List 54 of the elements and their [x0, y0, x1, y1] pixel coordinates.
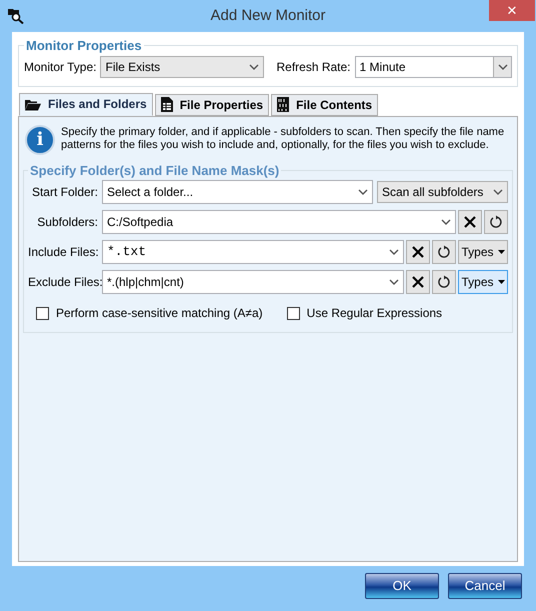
close-icon: [412, 276, 424, 288]
chevron-down-icon: [493, 189, 503, 195]
checkbox[interactable]: [36, 306, 49, 320]
group-title: Monitor Properties: [25, 37, 143, 55]
clear-button[interactable]: [406, 270, 430, 294]
refresh-button[interactable]: [432, 240, 456, 264]
dropdown-field[interactable]: *.(hlp|chm|cnt): [102, 270, 404, 294]
dropdown-field[interactable]: C:/Softpedia: [102, 210, 456, 234]
chevron-down-icon: [249, 64, 260, 70]
refresh-button[interactable]: [432, 270, 456, 294]
checkbox[interactable]: [286, 306, 300, 320]
field-label: Start Folder:: [30, 184, 98, 201]
caret-icon: [498, 280, 504, 284]
tab[interactable]: File Contents: [271, 94, 378, 116]
monitor-search-icon: [8, 8, 24, 24]
field-label: Monitor Type:: [24, 58, 96, 76]
close-icon: [412, 246, 424, 258]
checkbox-label: Perform case-sensitive matching (A≠a): [56, 305, 263, 322]
field-label: Refresh Rate:: [276, 58, 351, 76]
tab[interactable]: Files and Folders: [19, 92, 153, 116]
caret-icon: [498, 250, 504, 254]
dropdown-field[interactable]: 1 Minute: [354, 56, 512, 78]
close-button[interactable]: ✕: [489, 0, 535, 21]
binary-icon: [277, 97, 290, 112]
field-label: Include Files:: [28, 244, 98, 261]
clear-button[interactable]: [406, 240, 430, 264]
chevron-down-icon: [441, 219, 451, 225]
folder-icon: [25, 98, 41, 110]
close-icon: [464, 216, 476, 228]
chevron-down-icon: [498, 64, 508, 70]
refresh-icon: [437, 275, 451, 289]
dropdown-field[interactable]: Select a folder...: [102, 180, 373, 204]
clear-button[interactable]: [458, 210, 482, 234]
types-button[interactable]: Types: [458, 240, 508, 264]
refresh-icon: [489, 215, 503, 229]
chevron-down-icon: [389, 279, 399, 285]
dropdown-field[interactable]: File Exists: [100, 56, 264, 78]
chevron-down-icon: [389, 249, 399, 255]
tab[interactable]: File Properties: [154, 94, 270, 116]
types-button[interactable]: Types: [458, 270, 508, 294]
document-icon: [160, 97, 173, 112]
dropdown-field[interactable]: *.txt: [102, 240, 404, 264]
checkbox-label: Use Regular Expressions: [306, 305, 442, 322]
dropdown-field[interactable]: Scan all subfolders: [377, 181, 508, 203]
field-label: Subfolders:: [36, 214, 98, 231]
info-icon: i: [25, 124, 55, 154]
group-title: Specify Folder(s) and File Name Mask(s): [29, 162, 280, 180]
refresh-button[interactable]: [484, 210, 508, 234]
refresh-icon: [437, 245, 451, 259]
window-title: Add New Monitor: [210, 6, 326, 26]
dialog-button[interactable]: OK: [365, 573, 439, 599]
dialog-button[interactable]: Cancel: [448, 573, 522, 599]
chevron-down-icon: [358, 189, 368, 195]
info-text: Specify the primary folder, and if applicable - subfolders to scan. Then specify the file name patterns for the files you wish to include and, optionally, for the files you wish to exclude.: [61, 126, 506, 152]
